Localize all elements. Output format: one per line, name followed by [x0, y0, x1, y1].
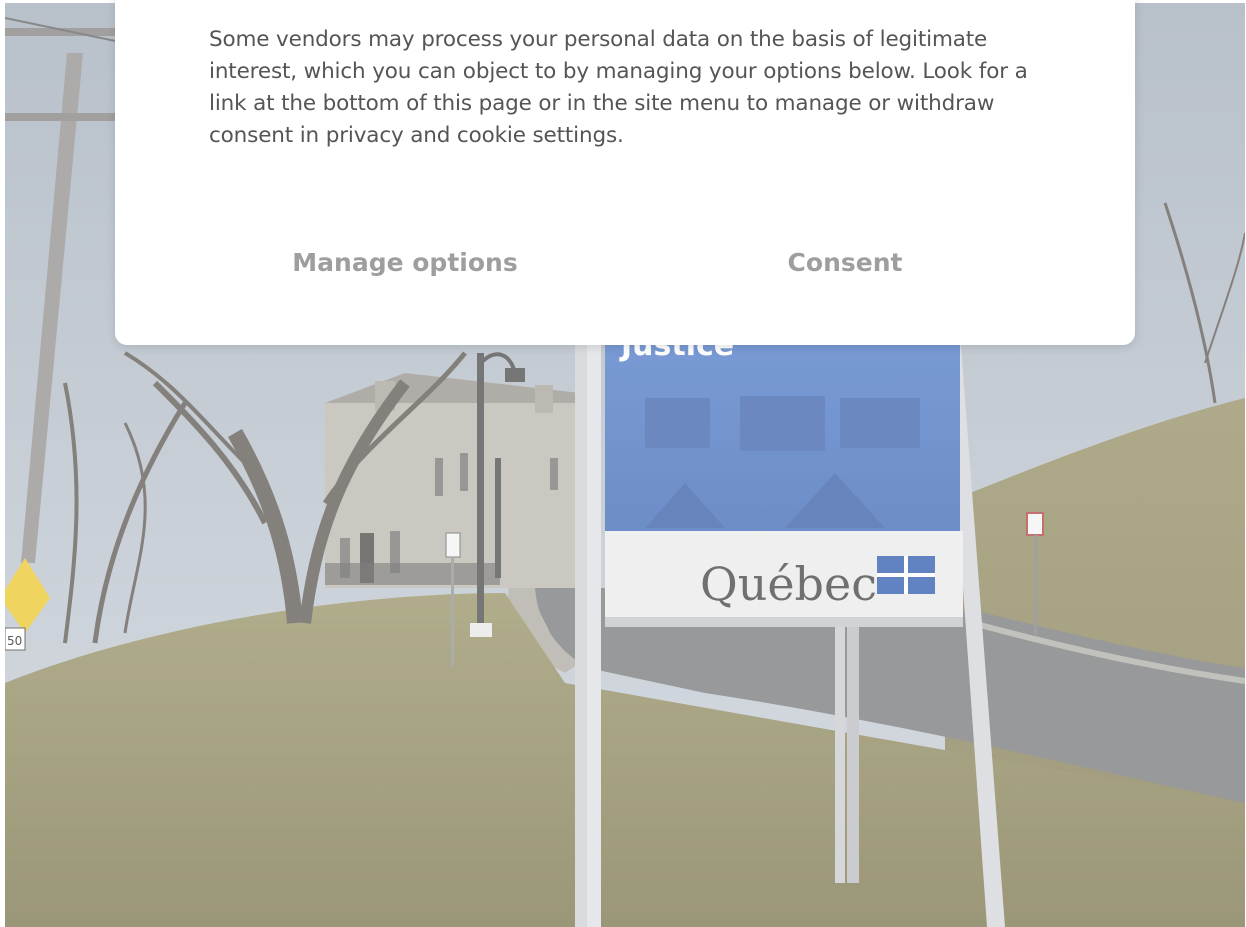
manage-options-button[interactable]: Manage options — [255, 232, 555, 292]
consent-description: Some vendors may process your personal d… — [209, 27, 1028, 148]
no-parking-sign — [1026, 512, 1044, 536]
sign-quebec-text: Québec — [700, 557, 877, 611]
consent-dialog: Some vendors may process your personal d… — [115, 0, 1135, 345]
speed-sign-text: 50 — [7, 634, 22, 648]
consent-button[interactable]: Consent — [695, 232, 995, 292]
